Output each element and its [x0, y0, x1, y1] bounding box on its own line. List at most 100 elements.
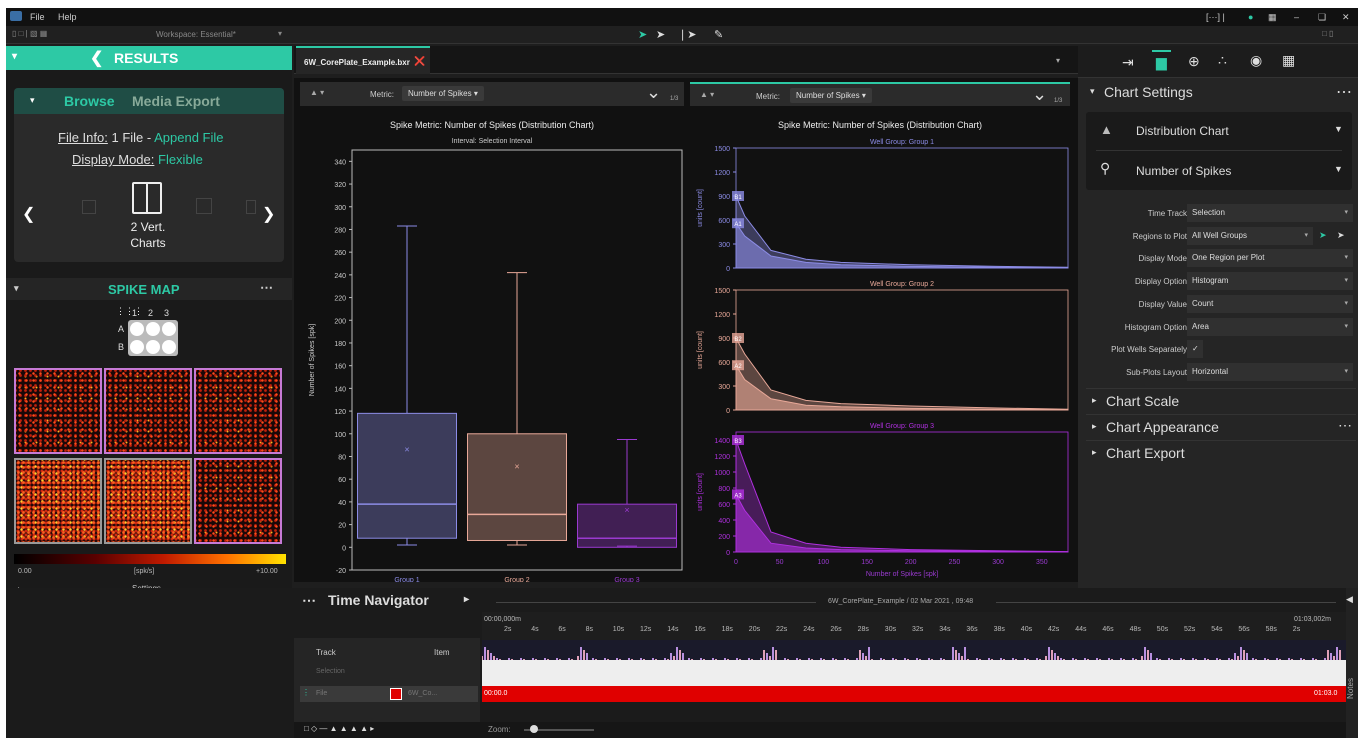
- prop-value[interactable]: Horizontal: [1187, 363, 1353, 381]
- right-chart-collapse-icon[interactable]: ⌄: [1032, 84, 1047, 105]
- workspace-label[interactable]: Workspace: Essential*: [156, 30, 236, 39]
- scatter-icon[interactable]: ∴: [1218, 52, 1227, 69]
- left-metric-select[interactable]: Number of Spikes ▾: [402, 86, 484, 101]
- spike-map-collapse-icon[interactable]: ▾: [14, 283, 19, 294]
- back-chevron-icon[interactable]: ❮: [90, 48, 103, 68]
- spike-map-well-b2[interactable]: [104, 458, 192, 544]
- zoom-slider-handle[interactable]: [530, 725, 538, 733]
- chart-export-section[interactable]: ▸ Chart Export: [1086, 440, 1356, 466]
- plate-grid-icon[interactable]: ⋮⋮⋮: [116, 306, 143, 317]
- panel-toggle-icon[interactable]: □ ▯: [1322, 29, 1333, 38]
- menu-file[interactable]: File: [30, 12, 45, 22]
- prop-value[interactable]: Area: [1187, 318, 1353, 336]
- chart-appearance-menu-icon[interactable]: ⋯: [1338, 417, 1352, 434]
- subplot-y-tick-label: 300: [718, 242, 730, 249]
- timeline-tools-icon[interactable]: □ ◇ — ▲ ▲ ▲ ▲ ▸: [304, 724, 374, 733]
- subplot-y-tick-label: 600: [718, 502, 730, 509]
- notes-sidebar[interactable]: ◀ Notes: [1346, 588, 1358, 738]
- layout-1chart-icon[interactable]: [82, 200, 96, 214]
- file-track[interactable]: 00:00.0 01:03.0: [482, 686, 1346, 702]
- spike-map-well-b1[interactable]: [14, 458, 102, 544]
- layout-more-icon[interactable]: [246, 200, 256, 214]
- y-tick-label: 260: [334, 250, 346, 257]
- right-metric-select[interactable]: Number of Spikes ▾: [790, 88, 872, 103]
- distribution-icon-right[interactable]: ▲ ▾: [700, 90, 714, 99]
- plate-wells-icon: [130, 322, 176, 354]
- prop-value[interactable]: Count: [1187, 295, 1353, 313]
- spike-map-well-b3[interactable]: [194, 458, 282, 544]
- metric-dropdown-icon[interactable]: ▼: [1334, 164, 1343, 174]
- minimize-button[interactable]: –: [1294, 12, 1299, 22]
- browse-collapse-icon[interactable]: ▾: [30, 95, 35, 106]
- chart-settings-header[interactable]: ▾ Chart Settings ⋯: [1084, 82, 1354, 106]
- user-icon[interactable]: ●: [1248, 12, 1253, 22]
- plate-diagram[interactable]: [128, 320, 178, 356]
- zoom-icon[interactable]: ⊕: [1188, 53, 1200, 70]
- tab-document[interactable]: 6W_CorePlate_Example.bxr ❌: [296, 46, 430, 74]
- grid-menu-icon[interactable]: ▦: [1268, 12, 1277, 23]
- left-chart-collapse-icon[interactable]: ⌄: [646, 82, 661, 103]
- append-file-link[interactable]: Append File: [154, 130, 223, 145]
- prop-value[interactable]: ✓: [1187, 340, 1203, 358]
- range-tool-icon[interactable]: ❘➤: [678, 28, 696, 41]
- tab-media-export[interactable]: Media Export: [132, 93, 220, 109]
- pointer-tool-icon[interactable]: ➤: [638, 28, 647, 41]
- subplot-title: Well Group: Group 2: [870, 281, 934, 288]
- metric-value[interactable]: Number of Spikes: [1136, 164, 1231, 178]
- subplot-y-label: units [count]: [697, 331, 704, 369]
- y-tick-label: 20: [338, 523, 346, 530]
- chart-scale-section[interactable]: ▸ Chart Scale: [1086, 388, 1356, 414]
- selection-row[interactable]: Selection: [316, 668, 345, 675]
- prop-value[interactable]: All Well Groups: [1187, 227, 1313, 245]
- file-row[interactable]: ⋮ File 6W_Co...: [300, 686, 478, 702]
- chart-appearance-expand-icon[interactable]: ▸: [1092, 421, 1097, 432]
- menu-help[interactable]: Help: [58, 12, 77, 22]
- pencil-tool-icon[interactable]: ✎: [714, 28, 723, 41]
- layout-prev-icon[interactable]: ❮: [22, 204, 35, 224]
- distribution-icon[interactable]: ▲ ▾: [310, 88, 324, 97]
- prop-value[interactable]: One Region per Plot: [1187, 249, 1353, 267]
- collapse-chevron-icon[interactable]: ▾: [12, 51, 17, 62]
- drag-handle-icon[interactable]: ⋮: [302, 688, 310, 697]
- select-tool-icon[interactable]: ➤: [656, 28, 665, 41]
- prop-value[interactable]: Histogram: [1187, 272, 1353, 290]
- layout-toggle-icon[interactable]: ▯ □ | ▧ ▦: [12, 29, 47, 38]
- restore-button[interactable]: ❏: [1318, 12, 1326, 23]
- spike-map-well-a3[interactable]: [194, 368, 282, 454]
- region-select-icon[interactable]: ➤: [1337, 230, 1345, 241]
- chart-type-value[interactable]: Distribution Chart: [1136, 124, 1229, 138]
- chart-icon[interactable]: ▆: [1152, 50, 1171, 73]
- chart-scale-title: Chart Scale: [1106, 393, 1180, 409]
- layout-2horiz-icon[interactable]: [196, 198, 212, 214]
- table-icon[interactable]: ▦: [1282, 52, 1295, 69]
- selection-track[interactable]: [482, 660, 1346, 686]
- time-navigator-expand-icon[interactable]: ▸: [464, 594, 469, 605]
- tab-browse[interactable]: Browse: [64, 93, 115, 109]
- spike-map-well-a1[interactable]: [14, 368, 102, 454]
- tabbar-dropdown-icon[interactable]: ▾: [1056, 56, 1060, 65]
- region-pick-icon[interactable]: ➤: [1319, 230, 1327, 241]
- right-panel-icons: ⇥ ▆ ⊕ ∴ ◉ ▦: [1078, 46, 1358, 78]
- chart-settings-collapse-icon[interactable]: ▾: [1090, 86, 1095, 97]
- y-tick-label: 140: [334, 386, 346, 393]
- close-button[interactable]: ✕: [1342, 12, 1350, 23]
- chart-scale-expand-icon[interactable]: ▸: [1092, 395, 1097, 406]
- import-icon[interactable]: ⇥: [1122, 54, 1134, 71]
- notes-collapse-icon[interactable]: ◀: [1346, 594, 1353, 605]
- chart-settings-menu-icon[interactable]: ⋯: [1336, 82, 1352, 102]
- display-mode-value[interactable]: Flexible: [158, 152, 203, 167]
- chart-export-expand-icon[interactable]: ▸: [1092, 447, 1097, 458]
- layout-next-icon[interactable]: ❯: [262, 204, 275, 224]
- chart-type-dropdown-icon[interactable]: ▼: [1334, 124, 1343, 134]
- prop-value[interactable]: Selection: [1187, 204, 1353, 222]
- chart-appearance-section[interactable]: ▸ Chart Appearance ⋯: [1086, 414, 1356, 440]
- workspace-dropdown-icon[interactable]: ▾: [278, 29, 282, 38]
- box-mean-marker: ×: [514, 462, 519, 472]
- spike-map-menu-icon[interactable]: ⋯: [260, 280, 273, 296]
- file-color-swatch[interactable]: [390, 688, 402, 700]
- target-icon[interactable]: ◉: [1250, 52, 1262, 69]
- spike-map-well-a2[interactable]: [104, 368, 192, 454]
- layout-2vert-icon[interactable]: [132, 182, 162, 214]
- time-navigator-menu-icon[interactable]: ⋯: [302, 592, 316, 609]
- tab-close-icon[interactable]: ❌: [414, 56, 425, 67]
